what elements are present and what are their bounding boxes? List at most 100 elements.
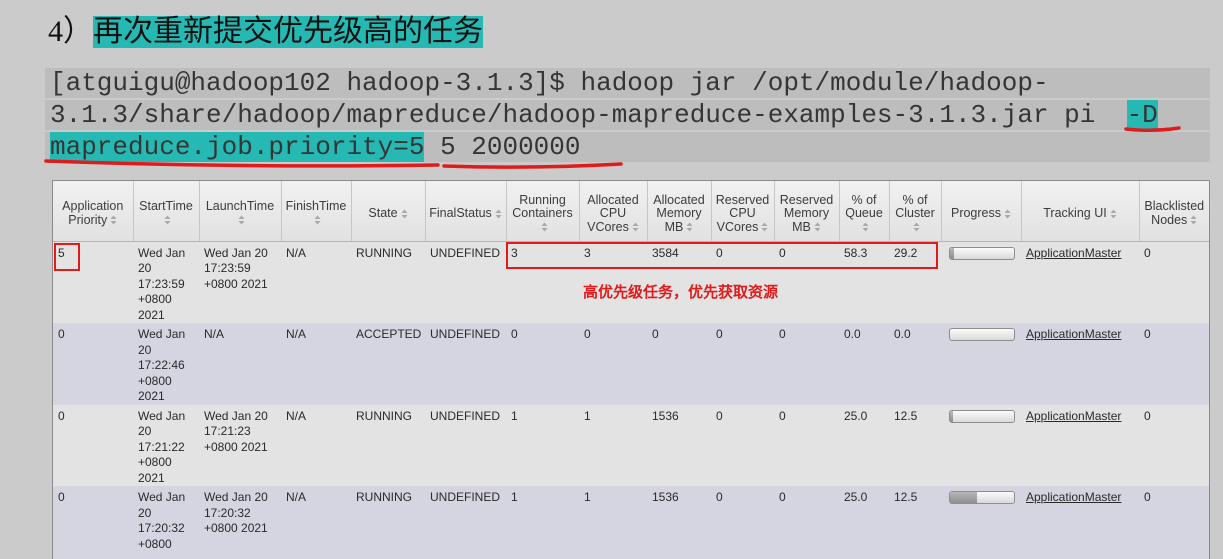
sort-icon (495, 209, 502, 219)
col-header-finish-time[interactable]: FinishTime (281, 181, 352, 242)
col-header-final-status[interactable]: FinalStatus (425, 181, 507, 242)
progress-fill (950, 410, 953, 422)
table-row: 0 Wed Jan 20 17:20:32 +0800 Wed Jan 20 1… (53, 486, 1209, 559)
cell-finish-time: N/A (281, 404, 351, 486)
cell-state: ACCEPTED (351, 323, 425, 405)
sort-icon (1190, 215, 1197, 225)
col-header-percent-of-queue[interactable]: % of Queue (839, 181, 890, 242)
sort-icon (110, 215, 117, 225)
cell-tracking-ui: ApplicationMaster (1021, 404, 1139, 486)
cell-tracking-ui: ApplicationMaster (1021, 241, 1139, 323)
application-master-link[interactable]: ApplicationMaster (1026, 327, 1121, 341)
col-header-label: % of Cluster (895, 192, 935, 220)
cell-final-status: UNDEFINED (425, 486, 506, 559)
col-header-reserved-cpu-vcores[interactable]: Reserved CPU VCores (711, 181, 775, 242)
annotation-note: 高优先级任务，优先获取资源 (583, 283, 779, 301)
cell-progress (941, 404, 1021, 486)
cell-allocated-cpu-vcores: 0 (579, 323, 647, 405)
application-master-link[interactable]: ApplicationMaster (1026, 246, 1121, 260)
cell-start-time: Wed Jan 20 17:21:22 +0800 2021 (133, 404, 199, 486)
cell-allocated-memory-mb: 0 (647, 323, 711, 405)
code-text: 5 2000000 (424, 132, 581, 162)
cell-finish-time: N/A (281, 323, 351, 405)
cell-final-status: UNDEFINED (425, 241, 506, 323)
cell-percent-of-cluster: 0.0 (889, 323, 941, 405)
cell-progress (941, 241, 1021, 323)
cell-start-time: Wed Jan 20 17:22:46 +0800 2021 (133, 323, 199, 405)
col-header-label: Allocated Memory MB (653, 192, 705, 234)
cell-start-time: Wed Jan 20 17:20:32 +0800 (133, 486, 199, 559)
table-row: 0 Wed Jan 20 17:21:22 +0800 2021 Wed Jan… (53, 404, 1209, 486)
application-master-link[interactable]: ApplicationMaster (1026, 490, 1121, 504)
heading-text: 再次重新提交优先级高的任务 (93, 15, 483, 48)
cell-running-containers: 0 (506, 323, 579, 405)
col-header-running-containers[interactable]: Running Containers (506, 181, 580, 242)
sort-icon (913, 222, 920, 232)
code-block: [atguigu@hadoop102 hadoop-3.1.3]$ hadoop… (45, 68, 1210, 164)
col-header-tracking-ui[interactable]: Tracking UI (1021, 181, 1140, 242)
code-line-3: mapreduce.job.priority=5 5 2000000 (45, 132, 1210, 162)
col-header-label: Reserved Memory MB (779, 192, 834, 234)
col-header-progress[interactable]: Progress (941, 181, 1022, 242)
sort-icon (761, 222, 768, 232)
cell-running-containers: 1 (506, 404, 579, 486)
code-highlight-priority: mapreduce.job.priority=5 (50, 132, 425, 162)
cell-blacklisted-nodes: 0 (1139, 323, 1209, 405)
cell-running-containers: 1 (506, 486, 579, 559)
cell-percent-of-cluster: 12.5 (889, 486, 941, 559)
col-header-allocated-memory-mb[interactable]: Allocated Memory MB (647, 181, 712, 242)
cell-tracking-ui: ApplicationMaster (1021, 323, 1139, 405)
cell-percent-of-queue: 25.0 (839, 486, 889, 559)
col-header-launch-time[interactable]: LaunchTime (199, 181, 282, 242)
sort-icon (632, 222, 639, 232)
cell-start-time: Wed Jan 20 17:23:59 +0800 2021 (133, 241, 199, 323)
col-header-label: Tracking UI (1043, 206, 1107, 220)
annotation-box-priority (54, 243, 80, 271)
cell-reserved-memory-mb: 0 (774, 323, 839, 405)
cell-final-status: UNDEFINED (425, 323, 506, 405)
cell-reserved-cpu-vcores: 0 (711, 404, 774, 486)
sort-icon (238, 215, 245, 225)
cell-blacklisted-nodes: 0 (1139, 486, 1209, 559)
application-master-link[interactable]: ApplicationMaster (1026, 409, 1121, 423)
annotation-underline (442, 162, 623, 169)
col-header-state[interactable]: State (351, 181, 426, 242)
code-highlight-flag: -D (1126, 100, 1158, 130)
cell-progress (941, 323, 1021, 405)
col-header-label: FinishTime (285, 199, 347, 214)
col-header-allocated-cpu-vcores[interactable]: Allocated CPU VCores (579, 181, 648, 242)
cell-allocated-cpu-vcores: 1 (579, 486, 647, 559)
cell-allocated-memory-mb: 1536 (647, 404, 711, 486)
cell-progress (941, 486, 1021, 559)
code-text: [atguigu@hadoop102 hadoop-3.1.3]$ hadoop… (50, 68, 1049, 98)
cell-finish-time: N/A (281, 486, 351, 559)
cell-reserved-cpu-vcores: 0 (711, 486, 774, 559)
cell-final-status: UNDEFINED (425, 404, 506, 486)
col-header-label: Progress (950, 206, 1002, 220)
col-header-label: LaunchTime (205, 199, 275, 214)
col-header-label: % of Queue (845, 192, 883, 220)
sort-icon (862, 222, 869, 232)
applications-table: Application Priority StartTime LaunchTim… (53, 181, 1209, 559)
cell-application-priority: 0 (53, 486, 133, 559)
code-line-2: 3.1.3/share/hadoop/mapreduce/hadoop-mapr… (45, 100, 1210, 130)
table-header-row: Application Priority StartTime LaunchTim… (53, 181, 1209, 242)
sort-icon (686, 222, 693, 232)
progress-bar (949, 491, 1015, 504)
section-heading: 4）再次重新提交优先级高的任务 (48, 16, 483, 48)
col-header-percent-of-cluster[interactable]: % of Cluster (889, 181, 942, 242)
col-header-reserved-memory-mb[interactable]: Reserved Memory MB (774, 181, 840, 242)
yarn-applications-panel: Application Priority StartTime LaunchTim… (52, 180, 1210, 559)
progress-fill (950, 247, 954, 259)
progress-bar (949, 246, 1015, 260)
sort-icon (164, 215, 171, 225)
sort-icon (541, 222, 548, 232)
cell-blacklisted-nodes: 0 (1139, 241, 1209, 323)
col-header-blacklisted-nodes[interactable]: Blacklisted Nodes (1139, 181, 1209, 242)
cell-launch-time: Wed Jan 20 17:20:32 +0800 2021 (199, 486, 281, 559)
col-header-application-priority[interactable]: Application Priority (53, 181, 134, 242)
cell-percent-of-cluster: 12.5 (889, 404, 941, 486)
heading-number: 4） (48, 15, 93, 48)
progress-bar (949, 409, 1015, 423)
col-header-start-time[interactable]: StartTime (133, 181, 200, 242)
